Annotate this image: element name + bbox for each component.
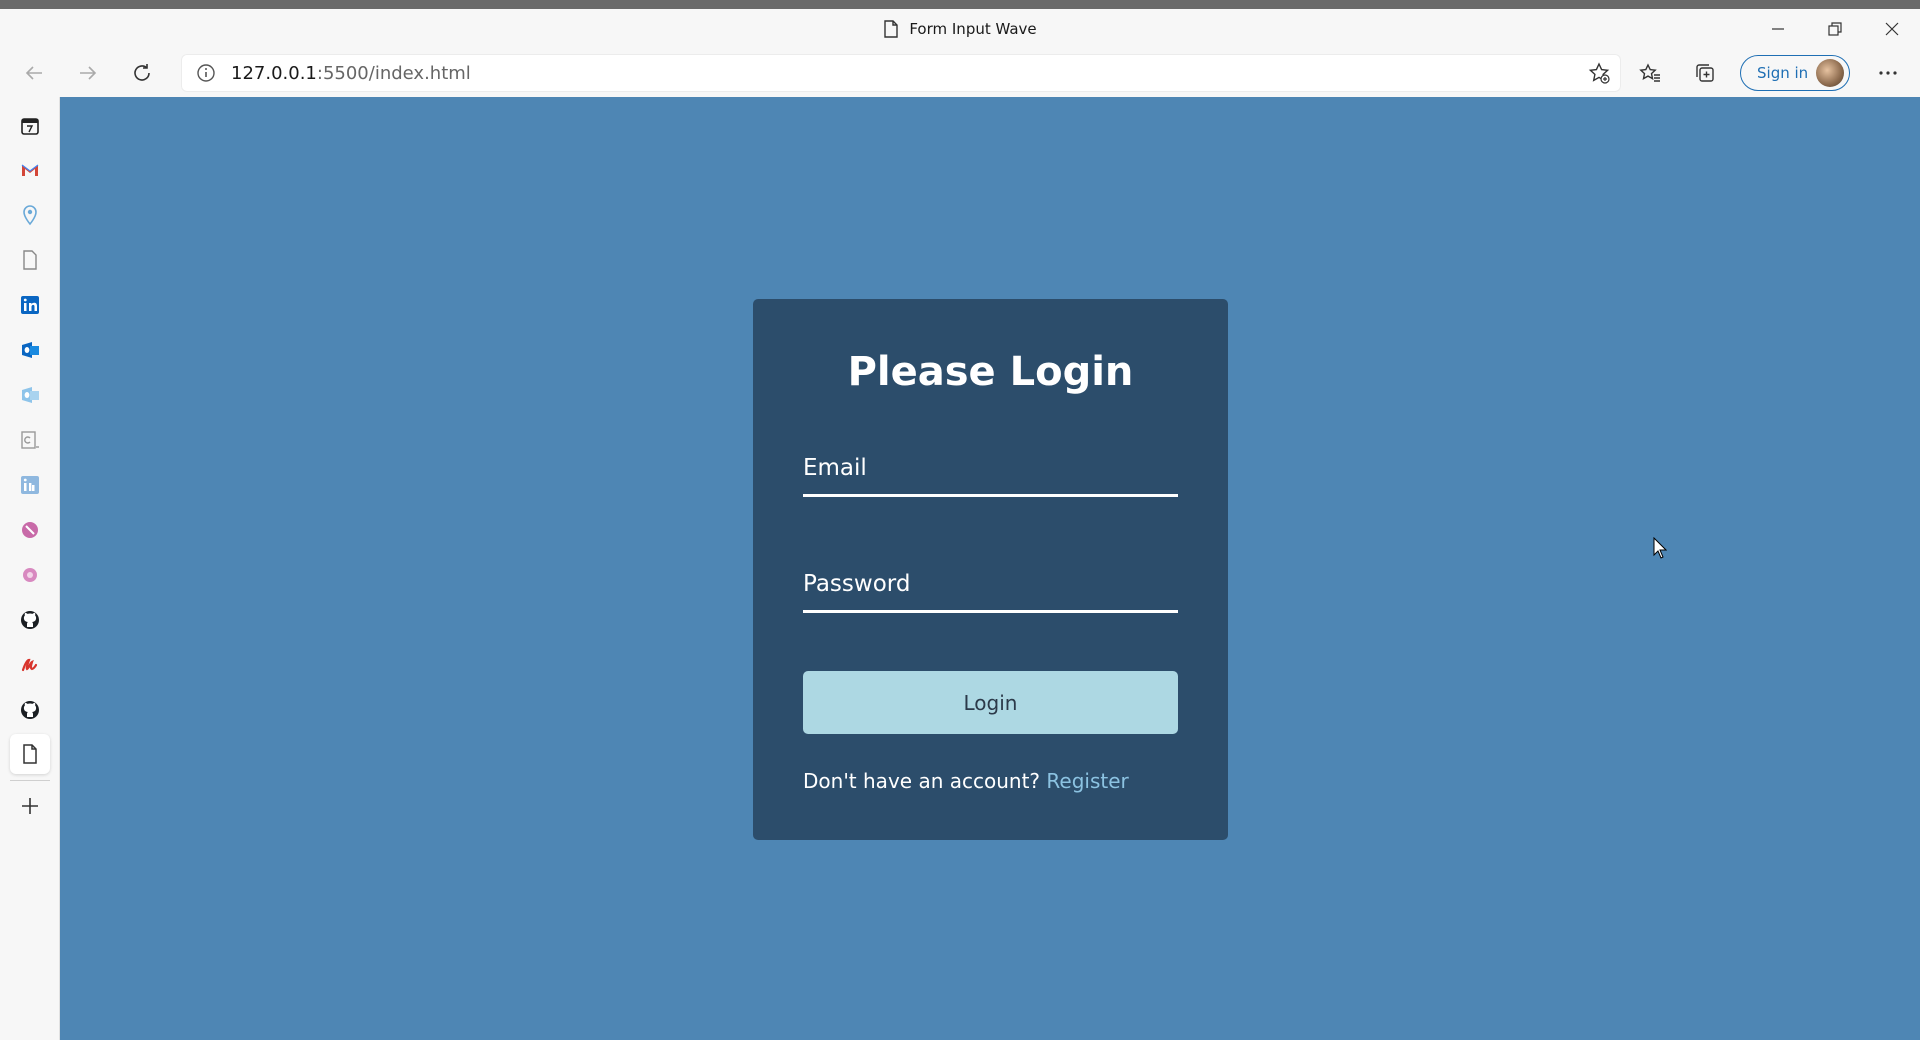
add-favorite-icon[interactable] (1587, 61, 1611, 85)
gmail-icon (21, 164, 39, 176)
restore-button[interactable] (1806, 9, 1863, 49)
sidebar-linkedin[interactable] (14, 289, 46, 321)
outlook-icon (22, 342, 39, 358)
forward-arrow-icon (80, 66, 97, 80)
url-text[interactable]: 127.0.0.1:5500/index.html (231, 63, 471, 84)
collections-icon (1696, 64, 1714, 82)
add-icon (22, 798, 38, 814)
address-bar[interactable]: 127.0.0.1:5500/index.html (181, 54, 1621, 92)
password-underline (803, 610, 1178, 613)
avatar (1816, 59, 1845, 87)
sidebar-github[interactable] (14, 604, 46, 636)
register-prompt-text: Don't have an account? (803, 769, 1041, 793)
sidebar-gmail[interactable] (14, 154, 46, 186)
back-button[interactable] (14, 53, 54, 93)
sidebar-active-page[interactable] (10, 734, 50, 774)
browser-sidebar (0, 97, 60, 1040)
window-top-border (0, 0, 1920, 9)
signin-label: Sign in (1757, 64, 1809, 82)
forward-button[interactable] (68, 53, 108, 93)
sidebar-github-2[interactable] (14, 694, 46, 726)
page-content: Please Login Email Password Login Don't … (60, 97, 1920, 1040)
document-c-icon (21, 431, 39, 449)
refresh-button[interactable] (122, 53, 162, 93)
red-logo-icon (21, 658, 38, 672)
refresh-icon (134, 64, 150, 81)
toolbar-right: Sign in (1630, 53, 1908, 93)
sidebar-outlook[interactable] (14, 334, 46, 366)
favorites-icon (1639, 63, 1660, 82)
register-prompt: Don't have an account? Register (803, 769, 1129, 793)
page-title: Please Login (847, 349, 1134, 395)
url-path: :5500/index.html (316, 62, 471, 84)
active-page-icon (23, 744, 37, 764)
sidebar-page[interactable] (14, 244, 46, 276)
minimize-button[interactable] (1749, 9, 1806, 49)
sidebar-pink-dot[interactable] (14, 559, 46, 591)
email-label: Email (803, 455, 867, 481)
sidebar-outlook-light[interactable] (14, 379, 46, 411)
linkedin-icon (21, 296, 39, 314)
sidebar-pink-app[interactable] (14, 514, 46, 546)
sidebar-separator (10, 780, 50, 781)
location-pin-icon (23, 205, 37, 226)
tab-title: Form Input Wave (883, 20, 1037, 38)
email-field[interactable]: Email (803, 447, 1178, 497)
sidebar-linkedin-light[interactable] (14, 469, 46, 501)
sidebar-document-c[interactable] (14, 424, 46, 456)
more-icon (1879, 71, 1897, 75)
login-button[interactable]: Login (803, 671, 1178, 734)
sidebar-red-app[interactable] (14, 649, 46, 681)
browser-toolbar: 127.0.0.1:5500/index.html Sign in (0, 49, 1920, 97)
mouse-cursor-icon (1653, 537, 1667, 559)
github-icon (21, 611, 39, 629)
linkedin-light-icon (21, 476, 39, 494)
info-icon[interactable] (195, 62, 217, 84)
title-bar: Form Input Wave (0, 9, 1920, 49)
sidebar-add-button[interactable] (14, 790, 46, 822)
window-controls (1749, 9, 1920, 49)
minimize-icon (1771, 28, 1784, 30)
outlook-light-icon (22, 387, 39, 403)
collections-button[interactable] (1685, 53, 1725, 93)
restore-icon (1827, 22, 1842, 36)
page-icon (23, 250, 37, 270)
login-card: Please Login Email Password Login Don't … (753, 299, 1228, 840)
back-arrow-icon (25, 66, 42, 80)
sidebar-calendar[interactable] (14, 110, 46, 142)
pink-dot-icon (23, 568, 37, 582)
favorites-button[interactable] (1630, 53, 1670, 93)
url-host: 127.0.0.1 (231, 62, 317, 84)
page-icon (884, 20, 899, 38)
more-menu-button[interactable] (1868, 53, 1908, 93)
register-link[interactable]: Register (1046, 769, 1128, 793)
github-icon-2 (21, 701, 39, 719)
signin-button[interactable]: Sign in (1740, 55, 1851, 91)
password-field[interactable]: Password (803, 563, 1178, 613)
close-icon (1885, 22, 1898, 36)
calendar-icon (21, 118, 39, 135)
email-underline (803, 494, 1178, 497)
pink-circle-icon (22, 522, 38, 538)
password-label: Password (803, 571, 911, 597)
close-button[interactable] (1863, 9, 1920, 49)
sidebar-location[interactable] (14, 199, 46, 231)
tab-title-text: Form Input Wave (909, 20, 1037, 38)
